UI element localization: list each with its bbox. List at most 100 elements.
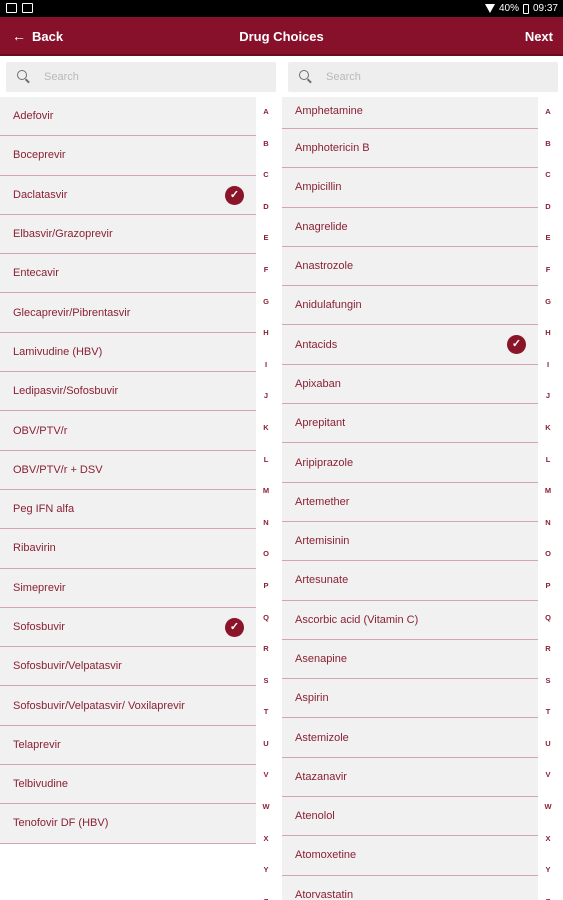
alphabet-letter[interactable]: I [539,353,557,385]
alphabet-letter[interactable]: M [539,479,557,511]
list-item[interactable]: Asenapine [282,639,538,680]
alphabet-letter[interactable]: U [257,732,275,764]
alphabet-letter[interactable]: V [257,763,275,795]
alphabet-letter[interactable]: X [257,827,275,859]
list-item[interactable]: Peg IFN alfa [0,489,256,530]
list-item[interactable]: Aripiprazole [282,443,538,483]
list-item[interactable]: Artemisinin [282,521,538,562]
search-input-right[interactable] [326,68,546,86]
search-input-left[interactable] [44,68,264,86]
list-item[interactable]: Boceprevir [0,136,256,176]
list-item[interactable]: Glecaprevir/Pibrentasvir [0,293,256,333]
alphabet-letter[interactable]: N [257,511,275,543]
list-item[interactable]: Telbivudine [0,765,256,805]
list-item[interactable]: Adefovir [0,97,256,137]
list-item[interactable]: Elbasvir/Grazoprevir [0,214,256,255]
edit-icon [22,3,33,13]
alphabet-letter[interactable]: H [257,321,275,353]
alphabet-letter[interactable]: L [539,448,557,480]
alphabet-letter[interactable]: D [257,195,275,227]
alphabet-letter[interactable]: P [257,574,275,606]
alphabet-letter[interactable]: R [539,637,557,669]
alphabet-letter[interactable]: G [257,290,275,322]
list-item[interactable]: OBV/PTV/r + DSV [0,450,256,490]
list-item[interactable]: Atomoxetine [282,836,538,876]
alphabet-letter[interactable]: A [539,100,557,132]
alphabet-letter[interactable]: K [257,416,275,448]
alphabet-letter[interactable]: H [539,321,557,353]
list-item[interactable]: Entecavir [0,254,256,294]
alphabet-letter[interactable]: U [539,732,557,764]
list-item[interactable]: Simeprevir [0,568,256,608]
alphabet-letter[interactable]: Y [539,858,557,890]
alphabet-letter[interactable]: E [539,226,557,258]
list-item[interactable]: Ribavirin [0,529,256,569]
alphabet-letter[interactable]: L [257,448,275,480]
alphabet-letter[interactable]: B [257,132,275,164]
alphabet-letter[interactable]: X [539,827,557,859]
alphabet-letter[interactable]: A [257,100,275,132]
alphabet-letter[interactable]: F [539,258,557,290]
alphabet-letter[interactable]: W [257,795,275,827]
list-item[interactable]: Amphotericin B [282,129,538,169]
alphabet-letter[interactable]: Q [539,606,557,638]
alphabet-letter[interactable]: T [539,700,557,732]
drug-label: Anagrelide [295,220,348,233]
list-item[interactable]: Lamivudine (HBV) [0,332,256,373]
alphabet-letter[interactable]: Y [257,858,275,890]
list-item[interactable]: Sofosbuvir/Velpatasvir [0,647,256,687]
back-button[interactable]: ← Back [12,29,63,44]
alphabet-letter[interactable]: S [539,669,557,701]
alphabet-letter[interactable]: P [539,574,557,606]
alphabet-letter[interactable]: T [257,700,275,732]
list-item[interactable]: Artesunate [282,561,538,601]
alphabet-letter[interactable]: K [539,416,557,448]
alphabet-letter[interactable]: O [539,542,557,574]
list-item[interactable]: Antacids ✓ [282,325,538,365]
alphabet-letter[interactable]: V [539,763,557,795]
alphabet-letter[interactable]: F [257,258,275,290]
list-item[interactable]: Aprepitant [282,404,538,444]
alphabet-letter[interactable]: S [257,669,275,701]
list-item[interactable]: Anastrozole [282,246,538,287]
alphabet-letter[interactable]: M [257,479,275,511]
alphabet-letter[interactable]: Z [539,890,557,900]
alphabet-letter[interactable]: N [539,511,557,543]
list-item[interactable]: Atazanavir [282,757,538,798]
alphabet-letter[interactable]: C [539,163,557,195]
alphabet-letter[interactable]: Z [257,890,275,900]
next-button[interactable]: Next [525,29,553,44]
list-item[interactable]: Artemether [282,482,538,522]
drug-label: Sofosbuvir [13,621,65,633]
list-item[interactable]: Sofosbuvir/Velpatasvir/ Voxilaprevir [0,686,256,726]
list-item[interactable]: Daclatasvir ✓ [0,175,256,215]
list-item[interactable]: Atenolol [282,797,538,837]
alphabet-letter[interactable]: W [539,795,557,827]
list-item[interactable]: Anagrelide [282,207,538,247]
list-item[interactable]: Astemizole [282,718,538,758]
list-item[interactable]: Apixaban [282,364,538,405]
list-item[interactable]: Ampicillin [282,168,538,208]
alphabet-letter[interactable]: R [257,637,275,669]
list-item[interactable]: Ascorbic acid (Vitamin C) [282,600,538,640]
list-item[interactable]: Telaprevir [0,725,256,766]
list-item[interactable]: Ledipasvir/Sofosbuvir [0,372,256,412]
alphabet-letter[interactable]: G [539,290,557,322]
alphabet-letter[interactable]: B [539,132,557,164]
alphabet-letter[interactable]: E [257,226,275,258]
alphabet-letter[interactable]: C [257,163,275,195]
alphabet-letter[interactable]: O [257,542,275,574]
list-item[interactable]: Tenofovir DF (HBV) [0,804,256,844]
drug-label: Atomoxetine [295,849,357,862]
alphabet-letter[interactable]: I [257,353,275,385]
list-item[interactable]: Amphetamine [282,97,538,129]
list-item[interactable]: Atorvastatin [282,875,538,900]
list-item[interactable]: Anidulafungin [282,286,538,326]
alphabet-letter[interactable]: Q [257,606,275,638]
list-item[interactable]: Sofosbuvir ✓ [0,607,256,648]
alphabet-letter[interactable]: J [257,384,275,416]
alphabet-letter[interactable]: J [539,384,557,416]
alphabet-letter[interactable]: D [539,195,557,227]
list-item[interactable]: Aspirin [282,679,538,719]
list-item[interactable]: OBV/PTV/r [0,411,256,451]
